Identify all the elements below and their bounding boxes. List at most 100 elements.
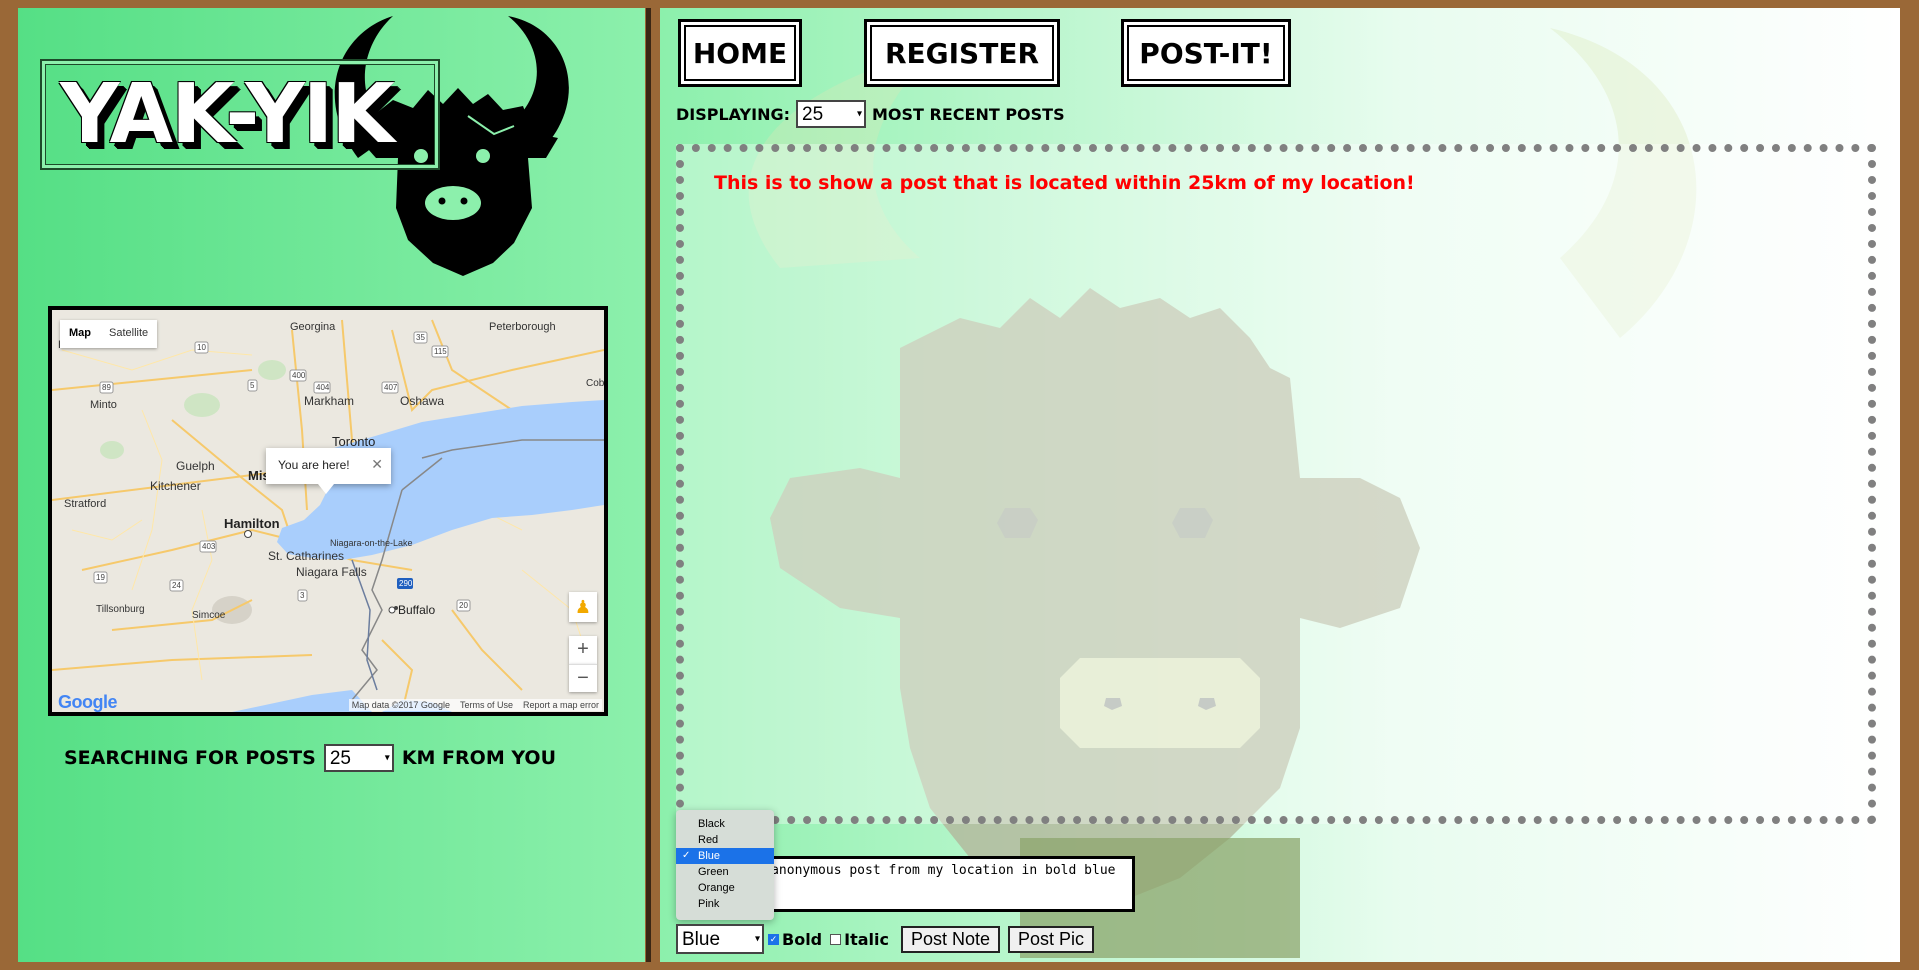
color-option-orange[interactable]: Orange xyxy=(676,880,774,896)
color-options-list[interactable]: Black Red Blue Green Orange Pink xyxy=(676,810,774,920)
post-count-select-value: 25 xyxy=(802,104,824,125)
map-type-map-button[interactable]: Map xyxy=(60,320,100,348)
post-pic-button[interactable]: Post Pic xyxy=(1008,925,1095,953)
svg-text:89: 89 xyxy=(102,383,111,392)
route-badge: 24 xyxy=(169,579,184,592)
google-logo: Google xyxy=(58,692,118,712)
svg-text:404: 404 xyxy=(316,383,330,392)
svg-text:35: 35 xyxy=(416,333,425,342)
route-badge: 404 xyxy=(313,381,331,394)
radius-select-value: 25 xyxy=(329,748,351,769)
home-button[interactable]: HOME xyxy=(678,19,802,87)
search-radius-unit-label: KM FROM YOU xyxy=(401,747,557,769)
map-label-st-catharines: St. Catharines xyxy=(268,549,344,563)
color-option-blue[interactable]: Blue xyxy=(676,848,774,864)
route-badge: 290 xyxy=(397,578,413,589)
map-label-buffalo: Buffalo xyxy=(398,603,435,617)
most-recent-posts-label: MOST RECENT POSTS xyxy=(872,104,1065,124)
map-label-simcoe: Simcoe xyxy=(192,610,226,621)
map-label-toronto: Toronto xyxy=(332,434,375,449)
panel-divider xyxy=(645,8,653,962)
map-type-toggle[interactable]: Map Satellite xyxy=(60,320,158,348)
route-badge: 20 xyxy=(456,599,471,612)
color-option-red[interactable]: Red xyxy=(676,832,774,848)
post-note-button[interactable]: Post Note xyxy=(900,925,1001,953)
map-label-tillsonburg: Tillsonburg xyxy=(96,604,145,615)
route-badge: 35 xyxy=(413,331,428,344)
italic-checkbox[interactable]: Italic xyxy=(830,930,889,949)
svg-text:3: 3 xyxy=(300,591,305,600)
map-label-georgina: Georgina xyxy=(290,321,336,333)
map-label-minto: Minto xyxy=(90,399,117,411)
map-label-oshawa: Oshawa xyxy=(400,394,444,408)
map-type-satellite-button[interactable]: Satellite xyxy=(100,320,157,348)
color-select[interactable]: Blue ▾ xyxy=(676,924,764,954)
bold-label: Bold xyxy=(782,929,823,949)
route-badge: 403 xyxy=(199,540,217,553)
app-title: YAK-YIK xyxy=(60,67,395,162)
route-badge: 89 xyxy=(99,381,114,394)
zoom-out-button[interactable]: − xyxy=(569,664,597,692)
map-label-niagara-falls: Niagara Falls xyxy=(296,565,367,579)
map-label-kitchener: Kitchener xyxy=(150,479,201,493)
close-icon[interactable]: ✕ xyxy=(371,456,383,473)
route-badge: 407 xyxy=(381,381,399,394)
map-canvas[interactable]: Georgina Peterborough Hanover Minto Mark… xyxy=(52,310,604,712)
displaying-label: DISPLAYING: xyxy=(676,104,790,124)
chevron-down-icon: ▾ xyxy=(856,108,862,120)
map-label-stratford: Stratford xyxy=(64,498,106,510)
chevron-down-icon: ▾ xyxy=(754,933,760,945)
svg-text:24: 24 xyxy=(172,581,181,590)
post-count-select[interactable]: 25 ▾ xyxy=(796,100,866,128)
location-infowindow: You are here! ✕ xyxy=(266,448,391,494)
svg-text:20: 20 xyxy=(459,601,468,610)
svg-text:400: 400 xyxy=(292,371,306,380)
location-map[interactable]: Georgina Peterborough Hanover Minto Mark… xyxy=(48,306,608,716)
composer-controls: Blue ▾ ✓ Bold Italic Post Note Post Pic xyxy=(676,924,1095,954)
svg-text:407: 407 xyxy=(384,383,398,392)
route-badge: 19 xyxy=(93,571,108,584)
register-button[interactable]: REGISTER xyxy=(864,19,1060,87)
italic-label: Italic xyxy=(844,929,889,949)
pegman-icon[interactable]: ♟ xyxy=(569,592,597,622)
infowindow-text: You are here! xyxy=(278,458,350,472)
svg-text:10: 10 xyxy=(197,343,206,352)
route-badge: 5 xyxy=(247,379,258,392)
zoom-in-button[interactable]: + xyxy=(569,636,597,664)
map-label-niagara-on-the-lake: Niagara-on-the-Lake xyxy=(330,538,413,548)
checkmark-icon[interactable]: ✓ xyxy=(768,933,779,945)
route-badge: 10 xyxy=(194,341,209,354)
chevron-down-icon: ▾ xyxy=(384,752,390,764)
posts-feed: This is to show a post that is located w… xyxy=(676,144,1876,824)
map-label-markham: Markham xyxy=(304,394,354,408)
post-it-button[interactable]: POST-IT! xyxy=(1121,19,1291,87)
route-badge: 3 xyxy=(297,589,308,602)
post-item: This is to show a post that is located w… xyxy=(714,172,1415,194)
svg-text:19: 19 xyxy=(96,573,105,582)
radius-select[interactable]: 25 ▾ xyxy=(323,744,394,772)
map-label-hamilton: Hamilton xyxy=(224,516,280,531)
terms-of-use-link[interactable]: Terms of Use xyxy=(460,700,513,710)
map-label-peterborough: Peterborough xyxy=(489,321,556,333)
map-label-guelph: Guelph xyxy=(176,459,215,473)
left-panel: YAK-YIK Georgina Peterborough Minto Mark… xyxy=(18,8,645,962)
map-label-cobourg: Cobourg xyxy=(586,378,604,389)
svg-text:115: 115 xyxy=(434,347,447,356)
display-count-row: DISPLAYING: 25 ▾ MOST RECENT POSTS xyxy=(676,100,1065,128)
map-data-credit: Map data ©2017 Google xyxy=(351,700,450,710)
route-badge: 115 xyxy=(431,345,449,358)
color-option-green[interactable]: Green xyxy=(676,864,774,880)
report-map-error-link[interactable]: Report a map error xyxy=(523,700,599,710)
checkbox-empty-icon[interactable] xyxy=(830,933,842,945)
svg-text:5: 5 xyxy=(250,381,255,390)
bold-checkbox[interactable]: ✓ Bold xyxy=(768,930,822,949)
route-badge: 400 xyxy=(289,369,307,382)
color-select-value: Blue xyxy=(682,929,721,950)
search-radius-row: SEARCHING FOR POSTS 25 ▾ KM FROM YOU xyxy=(64,744,556,772)
right-panel: HOME REGISTER POST-IT! DISPLAYING: 25 ▾ … xyxy=(660,8,1900,962)
color-option-black[interactable]: Black xyxy=(676,816,774,832)
svg-text:403: 403 xyxy=(202,542,216,551)
color-option-pink[interactable]: Pink xyxy=(676,896,774,912)
svg-text:290: 290 xyxy=(399,579,413,588)
map-attribution: Map data ©2017 Google Terms of Use Repor… xyxy=(348,699,602,711)
